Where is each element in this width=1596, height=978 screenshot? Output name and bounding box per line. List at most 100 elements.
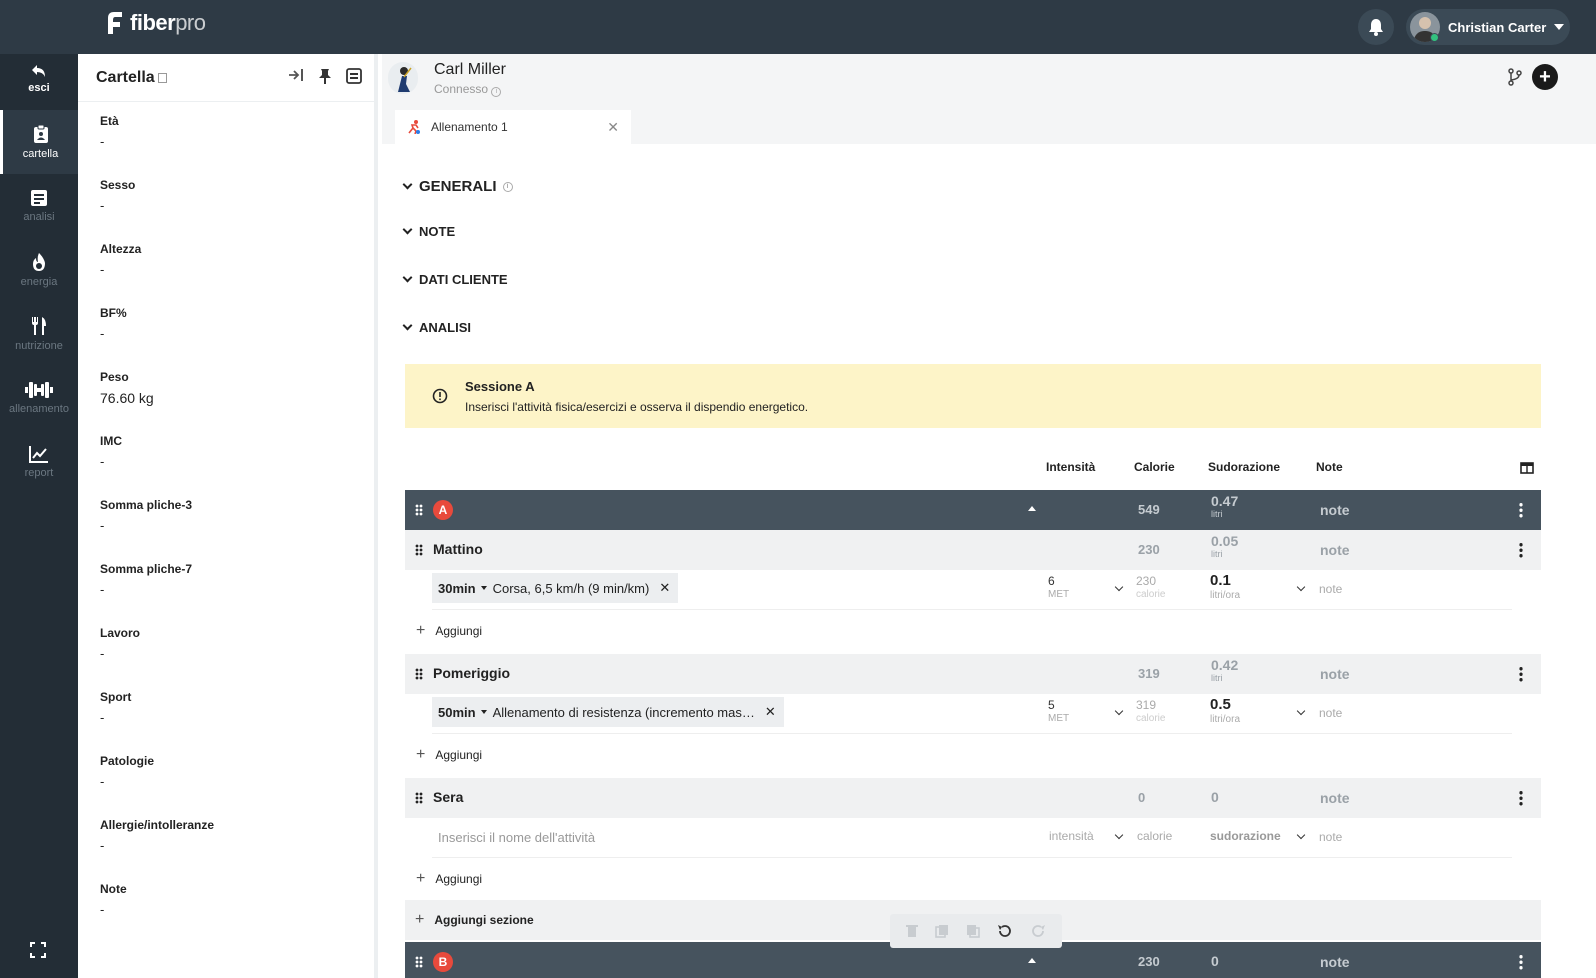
group-sera-row[interactable]: Sera 0 0 note bbox=[405, 778, 1541, 818]
nav-cartella[interactable]: cartella bbox=[0, 110, 78, 174]
trash-icon[interactable] bbox=[906, 924, 919, 938]
fiberpro-logo[interactable]: fiberpro bbox=[104, 10, 206, 36]
caret-up-icon[interactable] bbox=[1028, 506, 1036, 511]
chevron-down-icon[interactable] bbox=[1296, 706, 1306, 716]
activity-met[interactable]: 5 MET bbox=[1048, 699, 1069, 725]
activity-row: 30min Corsa, 6,5 km/h (9 min/km) ✕ 6 MET … bbox=[432, 570, 1512, 610]
group-pomeriggio-row[interactable]: Pomeriggio 319 0.42 litri note bbox=[405, 654, 1541, 694]
chevron-down-icon[interactable] bbox=[1296, 830, 1306, 840]
section-label: GENERALI bbox=[419, 178, 497, 195]
section-analisi[interactable]: ANALISI bbox=[402, 320, 471, 335]
section-generali[interactable]: GENERALI i bbox=[402, 178, 513, 195]
left-nav: esci cartella analisi energia nutrizione… bbox=[0, 54, 78, 978]
add-activity-pomeriggio[interactable]: + Aggiungi bbox=[416, 746, 482, 764]
chevron-down-icon[interactable] bbox=[1296, 582, 1306, 592]
branch-icon[interactable] bbox=[1508, 68, 1522, 86]
main-content: Carl Miller Connesso i + Allenamento 1 ✕… bbox=[382, 54, 1596, 978]
nav-nutrizione[interactable]: nutrizione bbox=[0, 302, 78, 366]
caret-down-icon[interactable] bbox=[480, 710, 487, 714]
nav-energia[interactable]: energia bbox=[0, 238, 78, 302]
activity-sweat[interactable]: 0.5 litri/ora bbox=[1210, 697, 1240, 727]
more-vertical-icon[interactable] bbox=[1519, 542, 1523, 558]
add-button[interactable]: + bbox=[1532, 64, 1558, 90]
add-label: Aggiungi bbox=[435, 748, 483, 762]
columns-layout-icon[interactable] bbox=[1520, 462, 1534, 474]
section-note[interactable]: NOTE bbox=[402, 224, 455, 239]
activity-name-input[interactable]: Inserisci il nome dell'attività bbox=[438, 830, 595, 845]
group-sweat: 0.42 litri bbox=[1211, 658, 1238, 684]
more-vertical-icon[interactable] bbox=[1519, 502, 1523, 518]
session-note[interactable]: note bbox=[1320, 954, 1350, 970]
sweat-value: 0.47 bbox=[1211, 493, 1239, 509]
session-a-row[interactable]: A 549 0.47 litri note bbox=[405, 490, 1541, 530]
group-note[interactable]: note bbox=[1320, 542, 1350, 558]
nav-esci[interactable]: esci bbox=[0, 54, 78, 104]
group-note[interactable]: note bbox=[1320, 666, 1350, 682]
note-input[interactable]: note bbox=[1319, 830, 1342, 844]
edit-card-icon[interactable] bbox=[346, 68, 362, 84]
redo-icon[interactable] bbox=[1030, 923, 1046, 939]
activity-note[interactable]: note bbox=[1319, 582, 1342, 596]
plus-icon: + bbox=[415, 911, 425, 928]
copy-icon[interactable] bbox=[935, 924, 949, 938]
more-vertical-icon[interactable] bbox=[1519, 954, 1523, 970]
sweat-select[interactable]: sudorazione bbox=[1210, 830, 1281, 843]
notifications-button[interactable] bbox=[1358, 9, 1394, 45]
activity-met[interactable]: 6 MET bbox=[1048, 575, 1069, 601]
remove-icon[interactable]: ✕ bbox=[765, 704, 776, 720]
chevron-down-icon[interactable] bbox=[1114, 706, 1124, 716]
column-calorie: Calorie bbox=[1134, 460, 1175, 474]
more-vertical-icon[interactable] bbox=[1519, 666, 1523, 682]
paste-icon[interactable] bbox=[966, 924, 980, 938]
drag-handle-icon[interactable] bbox=[415, 956, 423, 968]
more-vertical-icon[interactable] bbox=[1519, 790, 1523, 806]
client-avatar[interactable] bbox=[388, 62, 418, 94]
drag-handle-icon[interactable] bbox=[415, 544, 423, 556]
close-icon[interactable]: ✕ bbox=[607, 119, 619, 136]
add-activity-mattino[interactable]: + Aggiungi bbox=[416, 622, 482, 640]
client-header: Carl Miller Connesso i + Allenamento 1 ✕ bbox=[382, 54, 1596, 144]
document-small-icon[interactable] bbox=[157, 72, 167, 83]
group-note[interactable]: note bbox=[1320, 790, 1350, 806]
field-altezza: Altezza - bbox=[100, 242, 142, 277]
group-mattino-row[interactable]: Mattino 230 0.05 litri note bbox=[405, 530, 1541, 570]
back-arrow-icon bbox=[32, 65, 45, 77]
intensity-select[interactable]: intensità bbox=[1049, 830, 1094, 843]
fullscreen-icon[interactable] bbox=[30, 942, 46, 958]
caret-up-icon[interactable] bbox=[1028, 958, 1036, 963]
activity-chip[interactable]: 30min Corsa, 6,5 km/h (9 min/km) ✕ bbox=[432, 573, 679, 603]
client-name: Carl Miller bbox=[434, 61, 506, 78]
chevron-down-icon[interactable] bbox=[1114, 582, 1124, 592]
info-icon[interactable]: i bbox=[491, 86, 502, 97]
undo-icon[interactable] bbox=[997, 923, 1013, 939]
activity-sweat[interactable]: 0.1 litri/ora bbox=[1210, 573, 1240, 603]
pin-icon[interactable] bbox=[318, 68, 332, 84]
tab-allenamento-1[interactable]: Allenamento 1 ✕ bbox=[395, 110, 631, 144]
nav-allenamento[interactable]: allenamento bbox=[0, 366, 78, 430]
info-icon[interactable]: i bbox=[502, 181, 513, 192]
client-status-text: Connesso bbox=[434, 82, 489, 96]
drag-handle-icon[interactable] bbox=[415, 668, 423, 680]
session-note[interactable]: note bbox=[1320, 502, 1350, 518]
activity-chip[interactable]: 50min Allenamento di resistenza (increme… bbox=[432, 697, 784, 727]
calories-input[interactable]: calorie bbox=[1137, 830, 1172, 843]
collapse-panel-icon[interactable] bbox=[288, 68, 304, 82]
alert-text: Inserisci l'attività fisica/esercizi e o… bbox=[465, 400, 809, 414]
met-unit: MET bbox=[1048, 713, 1070, 724]
sweat-value: 0.1 bbox=[1210, 572, 1231, 589]
calories-unit: calorie bbox=[1136, 589, 1166, 600]
add-activity-sera[interactable]: + Aggiungi bbox=[416, 870, 482, 888]
field-somma-pliche-3: Somma pliche-3- bbox=[100, 498, 193, 533]
bell-icon bbox=[1369, 19, 1383, 36]
activity-duration[interactable]: 30min bbox=[438, 581, 476, 596]
remove-icon[interactable]: ✕ bbox=[659, 580, 670, 596]
caret-down-icon[interactable] bbox=[480, 586, 487, 590]
activity-duration[interactable]: 50min bbox=[438, 705, 476, 720]
section-dati-cliente[interactable]: DATI CLIENTE bbox=[402, 272, 508, 287]
activity-note[interactable]: note bbox=[1319, 706, 1342, 720]
nav-analisi[interactable]: analisi bbox=[0, 174, 78, 238]
drag-handle-icon[interactable] bbox=[415, 792, 423, 804]
nav-report[interactable]: report bbox=[0, 430, 78, 494]
chevron-down-icon[interactable] bbox=[1114, 830, 1124, 840]
drag-handle-icon[interactable] bbox=[415, 504, 423, 516]
